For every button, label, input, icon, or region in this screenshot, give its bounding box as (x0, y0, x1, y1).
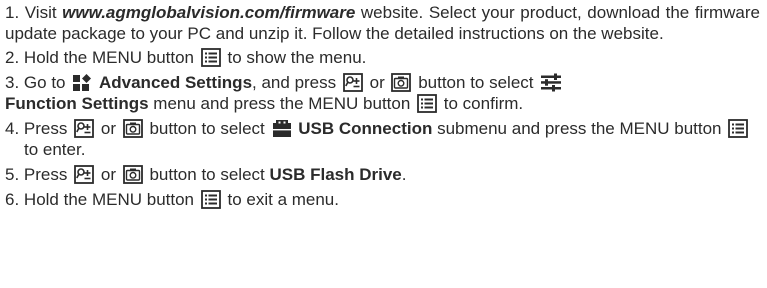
camera-button-icon (122, 119, 143, 138)
step-text: Hold the MENU button (23, 190, 195, 209)
menu-button-icon (728, 119, 749, 138)
step-text: or (100, 119, 116, 138)
step-number: 1. (5, 3, 20, 22)
step-text: button to select (149, 119, 265, 138)
menu-button-icon (200, 48, 221, 67)
camera-button-icon (122, 165, 143, 184)
step-text: Visit (24, 3, 57, 22)
function-settings-icon (540, 73, 562, 92)
step-number: 3. (5, 73, 20, 92)
advanced-settings-icon (72, 73, 92, 92)
step-text: submenu and press the MENU button (437, 119, 722, 138)
advanced-settings-label: Advanced Settings (98, 73, 253, 92)
step-4: 4. Press or button to select USB Connect… (5, 118, 760, 160)
step-text: . (401, 165, 407, 184)
step-text: button to select (149, 165, 265, 184)
step-text: button to select (418, 73, 534, 92)
step-2: 2. Hold the MENU button to show the menu… (5, 47, 760, 68)
firmware-url: www.agmglobalvision.com/firmware (62, 3, 356, 22)
zoom-button-icon (342, 73, 363, 92)
step-3: 3. Go to Advanced Settings, and press or… (5, 72, 760, 114)
step-text: to confirm. (443, 94, 524, 113)
menu-button-icon (200, 190, 221, 209)
step-text: menu and press the MENU button (153, 94, 411, 113)
usb-connection-label: USB Connection (298, 119, 433, 138)
step-6: 6. Hold the MENU button to exit a menu. (5, 189, 760, 210)
usb-connection-icon (272, 119, 292, 138)
step-5: 5. Press or button to select USB Flash D… (5, 164, 760, 185)
step-text: to enter. (24, 140, 86, 159)
step-text: or (100, 165, 116, 184)
instruction-document: 1. Visit www.agmglobalvision.com/firmwar… (0, 0, 767, 288)
step-text: Press (23, 165, 68, 184)
usb-flash-drive-label: USB Flash Drive (269, 165, 402, 184)
step-number: 4. (5, 119, 20, 138)
step-text: or (369, 73, 385, 92)
step-text: to show the menu. (227, 48, 367, 67)
zoom-button-icon (74, 119, 95, 138)
step-1: 1. Visit www.agmglobalvision.com/firmwar… (5, 2, 760, 44)
camera-button-icon (391, 73, 412, 92)
step-text: Press (23, 119, 68, 138)
step-text: Hold the MENU button (23, 48, 195, 67)
menu-button-icon (417, 94, 437, 113)
zoom-button-icon (74, 165, 95, 184)
step-text: , and press (252, 73, 337, 92)
step-number: 5. (5, 165, 20, 184)
step-number: 6. (5, 190, 20, 209)
function-settings-label: Function Settings (5, 94, 149, 113)
step-number: 2. (5, 48, 20, 67)
step-text: to exit a menu. (227, 190, 339, 209)
step-text: Go to (23, 73, 66, 92)
